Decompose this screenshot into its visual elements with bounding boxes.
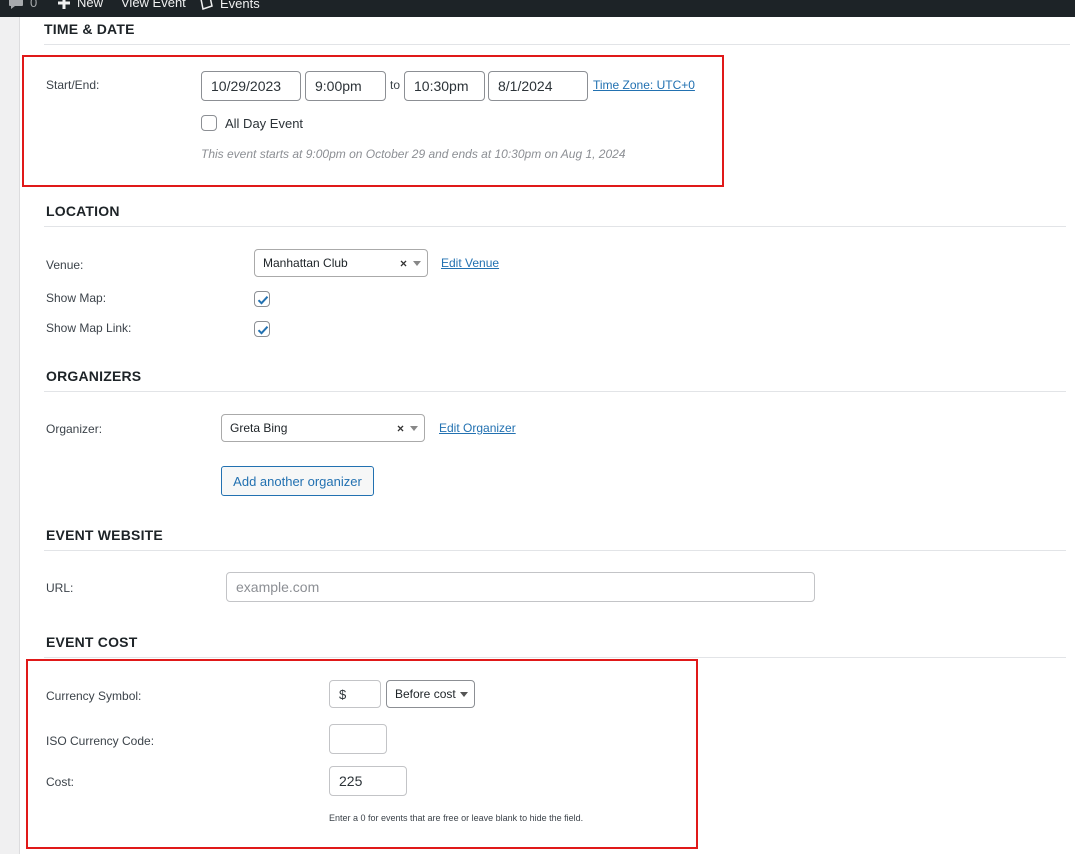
currency-position-select[interactable]: Before cost	[386, 680, 475, 708]
currency-symbol-value: $	[339, 686, 347, 702]
end-date-input[interactable]: 8/1/2024	[488, 71, 588, 101]
location-title: LOCATION	[46, 203, 120, 219]
event-website-title: EVENT WEBSITE	[46, 527, 163, 543]
divider	[44, 550, 1066, 551]
new-label: New	[77, 0, 104, 10]
url-label: URL:	[46, 581, 74, 595]
divider	[44, 391, 1066, 392]
comment-icon	[8, 0, 24, 10]
start-end-label: Start/End:	[46, 78, 100, 92]
currency-symbol-input[interactable]: $	[329, 680, 381, 708]
url-placeholder: example.com	[236, 579, 320, 595]
organizers-title: ORGANIZERS	[46, 368, 142, 384]
venue-value: Manhattan Club	[263, 256, 348, 270]
new-menu[interactable]: New	[57, 0, 103, 10]
cost-value: 225	[339, 773, 363, 789]
start-date-input[interactable]: 10/29/2023	[201, 71, 301, 101]
view-event-link[interactable]: View Event	[121, 0, 186, 10]
clear-icon[interactable]: ×	[397, 422, 404, 436]
all-day-checkbox[interactable]	[201, 115, 217, 131]
currency-symbol-label: Currency Symbol:	[46, 689, 142, 703]
add-organizer-label: Add another organizer	[233, 473, 362, 489]
start-time-input[interactable]: 9:00pm	[305, 71, 386, 101]
clear-icon[interactable]: ×	[400, 257, 407, 271]
show-map-label: Show Map:	[46, 291, 107, 305]
event-cost-title: EVENT COST	[46, 634, 138, 650]
add-organizer-button[interactable]: Add another organizer	[221, 466, 374, 496]
end-time-value: 10:30pm	[414, 78, 469, 94]
chevron-down-icon[interactable]	[410, 426, 418, 431]
start-date-value: 10/29/2023	[211, 78, 282, 94]
url-input[interactable]: example.com	[226, 572, 815, 602]
events-menu[interactable]: Events	[198, 0, 260, 11]
events-label: Events	[220, 0, 260, 11]
end-date-value: 8/1/2024	[498, 78, 553, 94]
cost-label: Cost:	[46, 775, 75, 789]
currency-position-value: Before cost	[395, 687, 456, 701]
view-event-label: View Event	[121, 0, 186, 10]
organizer-label: Organizer:	[46, 422, 103, 436]
organizer-select[interactable]: Greta Bing ×	[221, 414, 425, 442]
venue-label: Venue:	[46, 258, 84, 272]
event-summary-text: This event starts at 9:00pm on October 2…	[201, 147, 626, 161]
plus-icon	[57, 0, 71, 10]
chevron-down-icon	[460, 692, 468, 697]
end-time-input[interactable]: 10:30pm	[404, 71, 485, 101]
chevron-down-icon[interactable]	[413, 261, 421, 266]
show-map-link-label: Show Map Link:	[46, 321, 132, 335]
to-label: to	[390, 78, 401, 92]
timezone-link[interactable]: Time Zone: UTC+0	[593, 78, 695, 92]
time-date-title: TIME & DATE	[44, 21, 135, 37]
all-day-label: All Day Event	[225, 116, 304, 131]
show-map-link-checkbox[interactable]	[254, 321, 270, 337]
divider	[44, 657, 1066, 658]
admin-bar: 0 New View Event Events	[0, 0, 1075, 17]
iso-currency-input[interactable]	[329, 724, 387, 754]
events-calendar-icon	[198, 0, 214, 11]
start-time-value: 9:00pm	[315, 78, 362, 94]
divider	[44, 226, 1066, 227]
admin-sidebar-edge	[0, 17, 20, 854]
edit-venue-link[interactable]: Edit Venue	[441, 256, 499, 270]
cost-input[interactable]: 225	[329, 766, 407, 796]
venue-select[interactable]: Manhattan Club ×	[254, 249, 428, 277]
show-map-checkbox[interactable]	[254, 291, 270, 307]
comment-count: 0	[30, 0, 38, 10]
cost-help-text: Enter a 0 for events that are free or le…	[329, 813, 584, 823]
checkmark-icon	[257, 296, 269, 305]
divider	[44, 44, 1070, 45]
comments-menu[interactable]: 0	[8, 0, 37, 10]
organizer-value: Greta Bing	[230, 421, 288, 435]
iso-currency-label: ISO Currency Code:	[46, 734, 155, 748]
checkmark-icon	[257, 326, 269, 335]
edit-organizer-link[interactable]: Edit Organizer	[439, 421, 516, 435]
